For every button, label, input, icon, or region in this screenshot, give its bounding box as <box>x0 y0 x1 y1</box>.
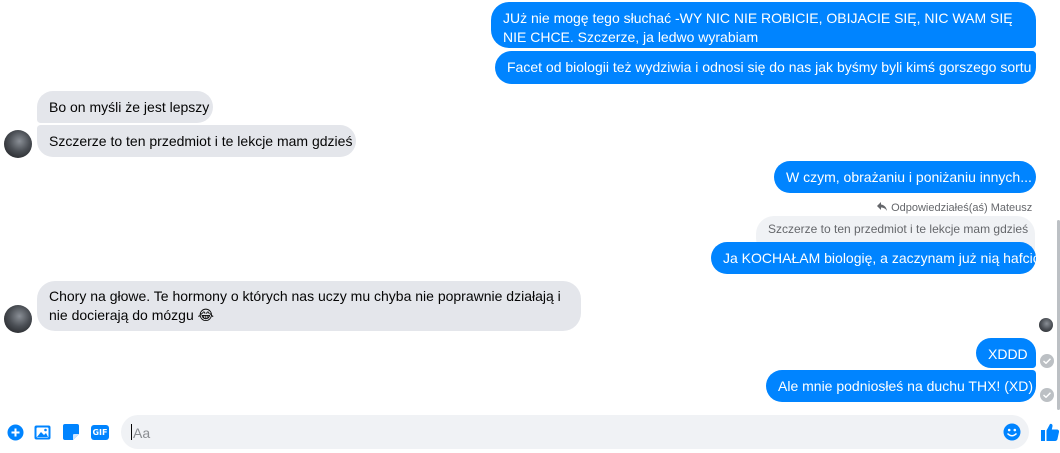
message-input[interactable] <box>131 415 995 451</box>
gif-icon[interactable]: GIF <box>90 422 110 442</box>
emoji-icon[interactable] <box>1003 423 1021 441</box>
message-bubble-outgoing[interactable]: Facet od biologii też wydziwia i odnosi … <box>495 51 1036 84</box>
reply-arrow-icon <box>876 202 888 214</box>
message-bubble-outgoing[interactable]: XDDD <box>976 338 1036 368</box>
message-composer: GIF <box>0 410 1060 453</box>
message-bubble-incoming[interactable]: Szczerze to ten przedmiot i te lekcje ma… <box>37 125 356 157</box>
delivered-check-icon <box>1040 354 1054 368</box>
delivered-check-icon <box>1040 388 1054 402</box>
contact-avatar[interactable] <box>4 305 32 333</box>
message-bubble-outgoing[interactable]: JUż nie mogę tego słuchać -WY NIC NIE RO… <box>491 2 1036 48</box>
thumbs-up-icon[interactable] <box>1039 421 1060 443</box>
message-thread: JUż nie mogę tego słuchać -WY NIC NIE RO… <box>0 0 1060 410</box>
sticker-icon[interactable] <box>61 422 81 442</box>
message-bubble-outgoing[interactable]: Ale mnie podniosłeś na duchu THX! (XD) <box>766 370 1036 402</box>
reply-note-text: Odpowiedziałeś(aś) Mateusz <box>891 202 1033 214</box>
plus-circle-icon[interactable] <box>5 422 25 442</box>
message-input-wrapper <box>121 415 1029 451</box>
message-bubble-outgoing[interactable]: Ja KOCHAŁAM biologię, a zaczynam już nią… <box>711 242 1040 274</box>
seen-avatar <box>1039 318 1053 332</box>
reply-indicator: Odpowiedziałeś(aś) Mateusz <box>876 202 1032 214</box>
message-bubble-incoming[interactable]: Chory na głowe. Te hormony o których nas… <box>37 281 581 331</box>
message-bubble-incoming[interactable]: Bo on myśli że jest lepszy <box>37 91 213 123</box>
image-icon[interactable] <box>32 422 52 442</box>
message-bubble-outgoing[interactable]: W czym, obrażaniu i poniżaniu innych... <box>774 161 1036 193</box>
contact-avatar[interactable] <box>4 130 32 158</box>
gif-label: GIF <box>91 424 109 440</box>
